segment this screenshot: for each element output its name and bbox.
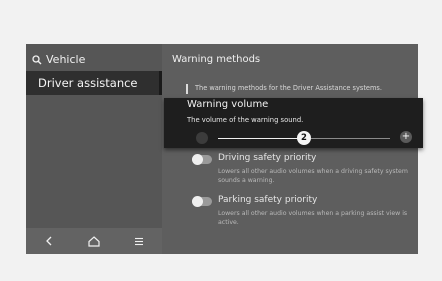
volume-slider[interactable]: 2: [218, 131, 390, 145]
home-icon: [88, 235, 100, 247]
search-icon: [32, 54, 42, 64]
sidebar: Vehicle Driver assistance: [26, 44, 162, 254]
menu-button[interactable]: [126, 231, 152, 251]
volume-slider-thumb[interactable]: 2: [297, 131, 311, 145]
volume-slider-fill: [218, 138, 304, 139]
menu-icon: [135, 237, 144, 245]
volume-down-button[interactable]: [196, 132, 208, 144]
infotainment-screen: Vehicle Driver assistance Warning method…: [26, 44, 418, 254]
volume-up-button[interactable]: +: [400, 131, 412, 143]
option-description: Lowers all other audio volumes when a pa…: [218, 210, 408, 226]
content-panel: Warning methods The warning methods for …: [162, 44, 418, 254]
driving-safety-toggle[interactable]: [192, 154, 212, 165]
warning-volume-popup: Warning volume The volume of the warning…: [164, 98, 423, 148]
bottom-navbar: [26, 228, 162, 254]
option-title: Driving safety priority: [218, 153, 317, 163]
sidebar-item-driver-assistance[interactable]: Driver assistance: [26, 71, 162, 95]
description-marker: [186, 84, 188, 94]
popup-description: The volume of the warning sound.: [187, 116, 304, 124]
option-title: Parking safety priority: [218, 195, 318, 205]
option-description: Lowers all other audio volumes when a dr…: [218, 168, 408, 184]
chevron-left-icon: [45, 236, 52, 246]
sidebar-header[interactable]: Vehicle: [32, 53, 85, 66]
popup-title: Warning volume: [187, 99, 269, 110]
back-button[interactable]: [36, 231, 62, 251]
page-title: Warning methods: [172, 54, 261, 65]
page-description: The warning methods for the Driver Assis…: [195, 84, 382, 92]
sidebar-header-label: Vehicle: [46, 53, 86, 66]
parking-safety-toggle[interactable]: [192, 196, 212, 207]
home-button[interactable]: [81, 231, 107, 251]
sidebar-item-label: Driver assistance: [38, 76, 138, 90]
